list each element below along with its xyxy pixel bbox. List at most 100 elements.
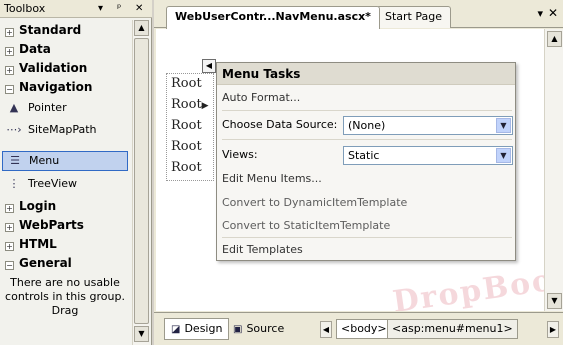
toolbox-group-html[interactable]: + HTML: [2, 234, 128, 254]
group-label: WebParts: [19, 218, 84, 232]
watermark-logo: DropBooks: [390, 256, 544, 311]
toolbox-group-navigation[interactable]: − Navigation: [2, 77, 128, 97]
treeview-icon: ⋮: [8, 177, 20, 190]
collapse-icon: −: [5, 85, 14, 94]
source-icon: ▣: [233, 324, 243, 335]
expand-icon: +: [5, 204, 14, 213]
chevron-down-icon[interactable]: ▼: [496, 148, 511, 163]
group-label: General: [19, 256, 72, 270]
menu-root-item[interactable]: Root▶: [171, 95, 215, 115]
item-label: Menu: [29, 154, 60, 167]
view-switcher-bar: ◪ Design ▣ Source ◀ <body> <asp:menu#menu1…: [154, 312, 563, 345]
menu-root-item[interactable]: Root: [171, 116, 215, 136]
group-label: Login: [19, 199, 57, 213]
expand-icon: +: [5, 223, 14, 232]
toolbox-title: Toolbox: [4, 2, 46, 15]
group-label: Validation: [19, 61, 88, 75]
toolbox-item-sitemappath[interactable]: ⋯› SiteMapPath: [2, 120, 128, 140]
tag-nav-left-icon[interactable]: ◀: [320, 321, 332, 338]
toolbox-pin-icon[interactable]: ᵖ: [117, 0, 121, 18]
divider: [222, 237, 512, 238]
chevron-down-icon[interactable]: ▼: [496, 118, 511, 133]
toolbox-group-validation[interactable]: + Validation: [2, 58, 128, 78]
source-view-button[interactable]: ▣ Source: [226, 318, 291, 340]
design-surface[interactable]: Root Root▶ Root Root Root ◀ Menu Tasks A…: [156, 29, 544, 311]
divider: [222, 110, 512, 111]
item-label: TreeView: [28, 177, 78, 190]
collapse-icon: −: [5, 261, 14, 270]
toolbox-dropdown-icon[interactable]: ▾: [98, 0, 103, 18]
toolbox-scrollbar[interactable]: ▲ ▼: [132, 20, 149, 345]
edit-templates-link[interactable]: Edit Templates: [222, 240, 303, 260]
toolbox-item-menu[interactable]: ☰ Menu: [2, 151, 128, 171]
toolbox-panel: Toolbox ▾ ᵖ ✕ + Standard + Data + Validatio…: [0, 0, 152, 345]
toolbox-item-pointer[interactable]: ▲ Pointer: [2, 98, 128, 118]
pointer-icon: ▲: [9, 101, 19, 114]
expand-icon: +: [5, 242, 14, 251]
editor-scrollbar[interactable]: ▲ ▼: [544, 29, 563, 311]
group-label: Navigation: [19, 80, 93, 94]
root-label: Root: [171, 139, 202, 154]
submenu-arrow-icon: ▶: [201, 101, 209, 111]
menu-tasks-title: Menu Tasks: [217, 63, 515, 85]
edit-menu-items-link[interactable]: Edit Menu Items...: [222, 169, 322, 189]
designer-editor: WebUserContr...NavMenu.ascx* Start Page …: [154, 0, 563, 345]
scroll-up-icon[interactable]: ▲: [134, 20, 149, 36]
toolbox-title-bar: Toolbox ▾ ᵖ ✕: [0, 0, 152, 18]
toolbox-group-data[interactable]: + Data: [2, 39, 128, 59]
item-label: SiteMapPath: [28, 123, 97, 136]
design-view-button[interactable]: ◪ Design: [164, 318, 230, 340]
group-label: HTML: [19, 237, 57, 251]
data-source-select[interactable]: (None) ▼: [343, 116, 513, 135]
document-tabstrip: WebUserContr...NavMenu.ascx* Start Page …: [154, 0, 563, 29]
scrollbar-thumb[interactable]: [134, 38, 149, 324]
tab-close-icon[interactable]: ✕: [548, 6, 558, 20]
expand-icon: +: [5, 66, 14, 75]
root-label: Root: [171, 97, 202, 112]
expand-icon: +: [5, 47, 14, 56]
convert-static-template-link[interactable]: Convert to StaticItemTemplate: [222, 216, 390, 236]
scroll-down-icon[interactable]: ▼: [134, 326, 149, 342]
root-label: Root: [171, 76, 202, 91]
menu-root-item[interactable]: Root: [171, 137, 215, 157]
views-label: Views:: [222, 148, 258, 161]
design-label: Design: [184, 322, 223, 335]
divider: [222, 139, 512, 140]
toolbox-group-login[interactable]: + Login: [2, 196, 128, 216]
menu-root-item[interactable]: Root: [171, 158, 215, 178]
views-select[interactable]: Static ▼: [343, 146, 513, 165]
smart-tag-collapse-icon[interactable]: ◀: [202, 59, 216, 73]
tag-path-menu[interactable]: <asp:menu#menu1>: [387, 319, 518, 339]
scroll-up-icon[interactable]: ▲: [547, 31, 562, 47]
data-source-value: (None): [348, 119, 386, 132]
tag-path-body[interactable]: <body>: [336, 319, 392, 339]
scroll-down-icon[interactable]: ▼: [547, 293, 562, 309]
menu-control[interactable]: Root Root▶ Root Root Root: [166, 73, 214, 181]
source-label: Source: [246, 322, 285, 335]
toolbox-group-standard[interactable]: + Standard: [2, 20, 128, 40]
group-label: Standard: [19, 23, 82, 37]
tab-start-page[interactable]: Start Page: [376, 6, 451, 28]
tab-navmenu-ascx[interactable]: WebUserContr...NavMenu.ascx*: [166, 6, 380, 29]
data-source-label: Choose Data Source:: [222, 118, 338, 131]
convert-dynamic-template-link[interactable]: Convert to DynamicItemTemplate: [222, 193, 407, 213]
toolbox-item-treeview[interactable]: ⋮ TreeView: [2, 174, 128, 194]
sitemappath-icon: ⋯›: [6, 123, 22, 136]
item-label: Pointer: [28, 101, 67, 114]
design-icon: ◪: [171, 324, 181, 335]
tab-list-dropdown-icon[interactable]: ▾: [537, 7, 543, 20]
toolbox-group-webparts[interactable]: + WebParts: [2, 215, 128, 235]
toolbox-empty-message: There are no usable controls in this gro…: [5, 276, 125, 317]
toolbox-close-icon[interactable]: ✕: [135, 0, 143, 18]
group-label: Data: [19, 42, 51, 56]
menu-root-item[interactable]: Root: [171, 74, 215, 94]
menu-tasks-panel: Menu Tasks Auto Format... Choose Data So…: [216, 62, 516, 261]
auto-format-link[interactable]: Auto Format...: [222, 88, 300, 108]
views-value: Static: [348, 149, 380, 162]
toolbox-group-general[interactable]: − General: [2, 253, 128, 273]
root-label: Root: [171, 118, 202, 133]
tag-nav-right-icon[interactable]: ▶: [547, 321, 559, 338]
menu-icon: ☰: [10, 154, 20, 167]
expand-icon: +: [5, 28, 14, 37]
root-label: Root: [171, 160, 202, 175]
